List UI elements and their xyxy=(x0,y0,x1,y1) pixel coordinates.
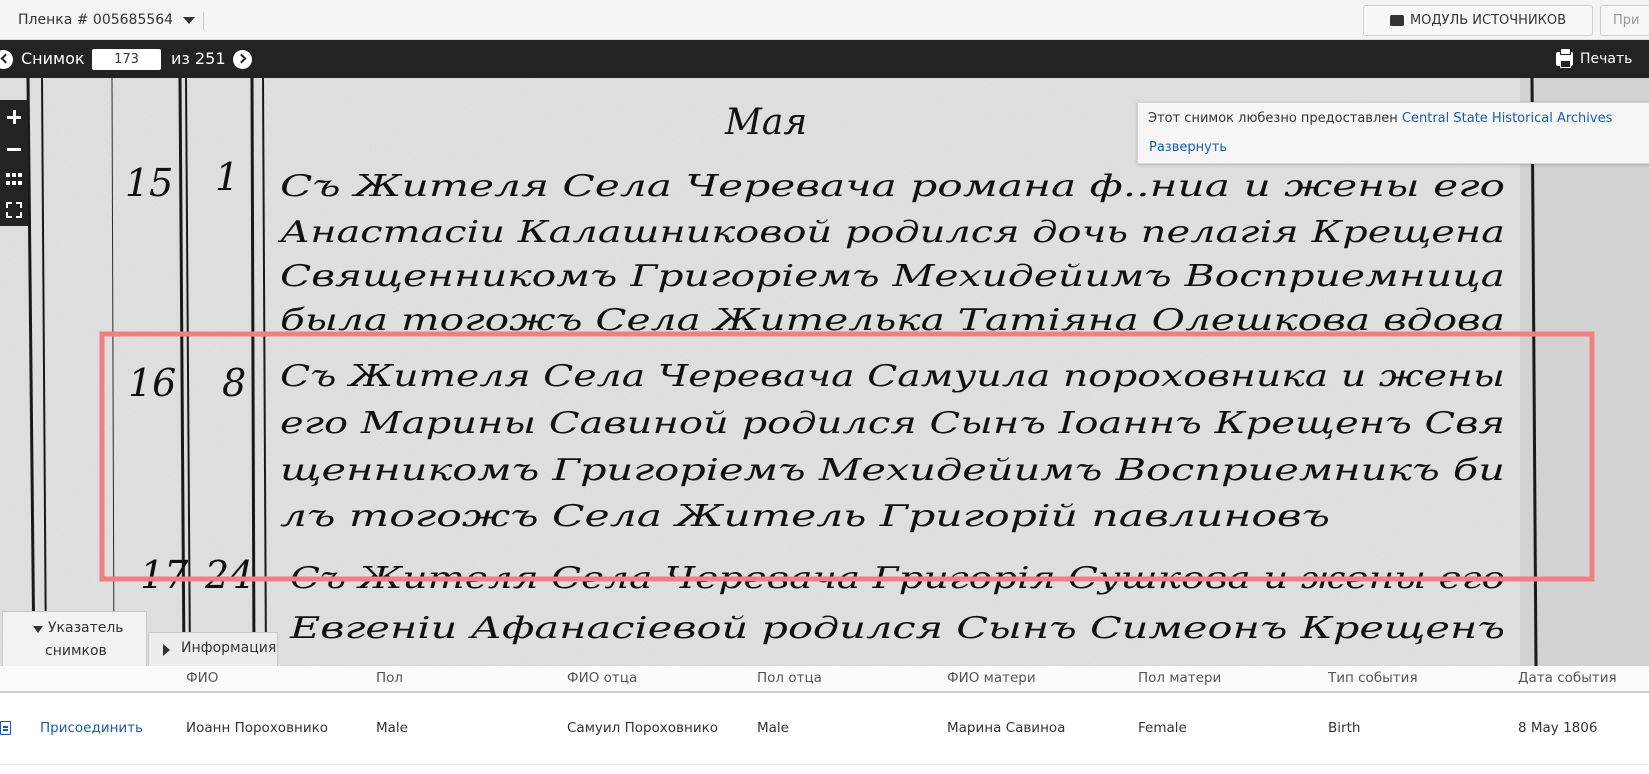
table-row: Присоединить Иоанн Пороховнико Male Саму… xyxy=(0,693,1649,765)
record-line: Съ Жителя Села Черевача Самуила пороховн… xyxy=(280,359,1505,394)
column-header[interactable]: Пол отца xyxy=(757,670,822,686)
print-icon[interactable] xyxy=(1556,48,1573,68)
record-line: Евгеніи Афанасіевой родился Сынъ Симеонъ… xyxy=(289,611,1505,646)
cell-mother-name: Марина Савиноа xyxy=(947,720,1066,736)
column-header[interactable]: Тип события xyxy=(1328,670,1418,686)
image-credit-box: Этот снимок любезно предоставлен Central… xyxy=(1137,102,1649,164)
tab-label-line2: снимков xyxy=(45,643,107,659)
tab-label: Информация xyxy=(181,640,277,656)
record-line: его Марины Савиной родился Сынъ Іоаннъ К… xyxy=(280,406,1505,441)
cell-father-sex: Male xyxy=(757,720,789,736)
tray-icon xyxy=(1389,15,1404,26)
document-scan[interactable]: Мая 15 1 Съ Жителя Села Черевача романа … xyxy=(0,78,1649,666)
cell-event-date: 8 May 1806 xyxy=(1518,720,1598,736)
record-line: Анастасіи Калашниковой родился дочь пела… xyxy=(277,215,1505,250)
previous-image-icon[interactable] xyxy=(0,50,13,69)
fullscreen-button[interactable] xyxy=(0,195,28,225)
cell-event-type: Birth xyxy=(1328,720,1361,736)
credit-label: Этот снимок любезно предоставлен xyxy=(1148,111,1398,126)
fullscreen-icon xyxy=(6,202,22,218)
entry-day: 8 xyxy=(222,361,246,405)
zoom-in-icon[interactable] xyxy=(0,102,28,132)
grid-icon xyxy=(6,173,22,185)
caret-down-icon xyxy=(33,626,43,633)
partial-button-label: При xyxy=(1613,13,1640,28)
column-header[interactable]: ФИО матери xyxy=(947,670,1036,686)
source-module-button[interactable]: МОДУЛЬ ИСТОЧНИКОВ xyxy=(1363,5,1593,36)
column-header[interactable]: ФИО xyxy=(186,670,218,686)
image-total-label: из 251 xyxy=(171,49,226,68)
entry-day: 24 xyxy=(204,553,253,597)
expand-link[interactable]: Развернуть xyxy=(1149,140,1227,155)
film-number-label[interactable]: Пленка # 005685564 xyxy=(18,12,173,28)
cell-mother-sex: Female xyxy=(1138,720,1187,736)
record-line: Съ Жителя Села Черевача романа ф..ниа и … xyxy=(280,169,1505,204)
column-header[interactable]: ФИО отца xyxy=(567,670,637,686)
column-header[interactable]: Пол xyxy=(376,670,403,686)
cell-name: Иоанн Пороховнико xyxy=(186,720,329,736)
entry-number: 17 xyxy=(140,553,189,597)
image-number-input[interactable] xyxy=(92,49,161,70)
caret-right-icon xyxy=(163,644,170,656)
tab-label-line1: Указатель xyxy=(48,620,124,636)
cell-sex: Male xyxy=(376,720,408,736)
entry-number: 15 xyxy=(125,161,173,205)
column-header[interactable]: Пол матери xyxy=(1138,670,1221,686)
record-line: щенникомъ Григоріемъ Мехидейимъ Восприем… xyxy=(280,453,1505,488)
entry-day: 1 xyxy=(215,155,239,199)
top-bar: Пленка # 005685564 МОДУЛЬ ИСТОЧНИКОВ При xyxy=(0,0,1649,40)
image-viewer[interactable]: Мая 15 1 Съ Жителя Села Черевача романа … xyxy=(0,78,1649,666)
record-line: лъ тогожъ Села Житель Григорій павлиновъ xyxy=(280,499,1330,534)
archive-link[interactable]: Central State Historical Archives xyxy=(1402,111,1612,126)
record-line: Священникомъ Григоріемъ Мехидейимъ Воспр… xyxy=(280,259,1505,294)
heading-text: Мая xyxy=(724,102,807,143)
index-table-header: ФИО Пол ФИО отца Пол отца ФИО матери Пол… xyxy=(0,666,1649,693)
tab-image-index[interactable]: Указатель снимков xyxy=(2,611,147,666)
cell-father-name: Самуил Пороховнико xyxy=(567,720,719,736)
divider xyxy=(203,12,204,30)
zoom-toolbar xyxy=(0,100,28,226)
grid-view-button[interactable] xyxy=(0,164,28,194)
image-label: Снимок xyxy=(21,49,85,68)
source-module-label: МОДУЛЬ ИСТОЧНИКОВ xyxy=(1409,13,1567,28)
column-header[interactable]: Дата события xyxy=(1518,670,1617,686)
partial-button[interactable]: При xyxy=(1600,5,1649,36)
image-navigation-bar: Снимок из 251 Печать xyxy=(0,40,1649,78)
credit-text: Этот снимок любезно предоставлен Central… xyxy=(1148,111,1612,126)
tab-information[interactable]: Информация xyxy=(148,632,278,666)
print-button[interactable]: Печать xyxy=(1580,51,1632,67)
chevron-down-icon[interactable] xyxy=(183,17,195,24)
document-icon[interactable] xyxy=(0,721,11,735)
next-image-icon[interactable] xyxy=(233,50,252,69)
zoom-out-icon[interactable] xyxy=(0,134,28,164)
entry-number: 16 xyxy=(128,361,176,405)
attach-link[interactable]: Присоединить xyxy=(40,720,143,736)
